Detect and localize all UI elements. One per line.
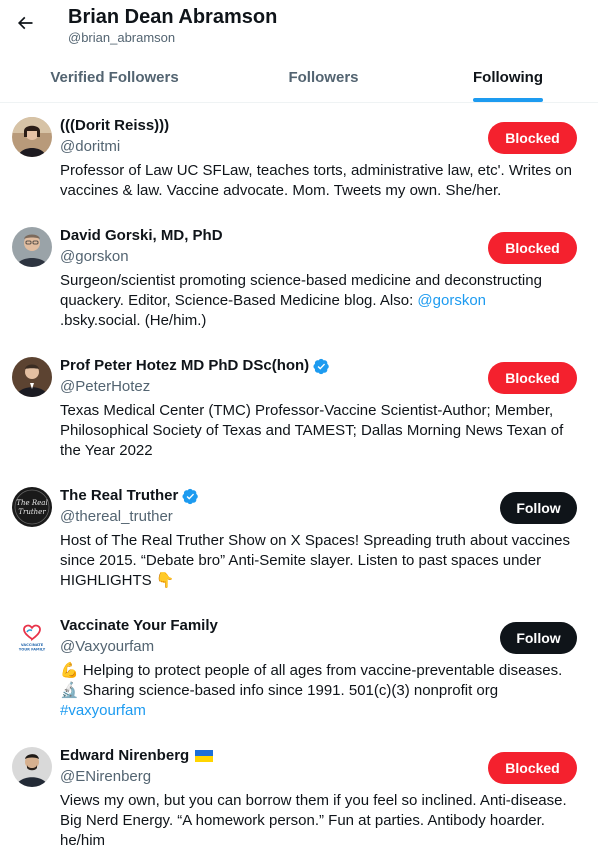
user-handle[interactable]: @thereal_truther [60, 507, 173, 527]
user-handle[interactable]: @ENirenberg [60, 767, 151, 787]
user-name[interactable]: (((Dorit Reiss))) [60, 116, 169, 136]
verified-badge-icon [182, 488, 199, 504]
avatar-text-line: VACCINATE [21, 643, 44, 647]
user-handle[interactable]: @Vaxyourfam [60, 637, 154, 657]
profile-header: Brian Dean Abramson @brian_abramson [0, 0, 598, 52]
user-handle[interactable]: @gorskon [60, 247, 129, 267]
bio-text: 💪 Helping to protect people of all ages … [60, 662, 563, 699]
blocked-button[interactable]: Blocked [488, 232, 577, 264]
user-bio: Views my own, but you can borrow them if… [60, 792, 567, 849]
user-name[interactable]: Prof Peter Hotez MD PhD DSc(hon) [60, 356, 309, 376]
user-name-row: (((Dorit Reiss))) [60, 116, 169, 136]
avatar[interactable] [12, 227, 52, 267]
user-name[interactable]: David Gorski, MD, PhD [60, 226, 223, 246]
follow-button[interactable]: Follow [500, 492, 577, 524]
user-bio: 💪 Helping to protect people of all ages … [60, 661, 580, 721]
tab-verified-followers[interactable]: Verified Followers [0, 52, 229, 102]
blocked-button[interactable]: Blocked [488, 122, 577, 154]
tab-label: Followers [288, 68, 359, 86]
user-bio: Texas Medical Center (TMC) Professor-Vac… [60, 402, 564, 459]
page-title: Brian Dean Abramson [68, 6, 278, 28]
user-bio: Host of The Real Truther Show on X Space… [60, 532, 571, 589]
user-name[interactable]: The Real Truther [60, 486, 178, 506]
back-arrow-icon [17, 16, 33, 30]
bio-hashtag-link[interactable]: #vaxyourfam [60, 702, 146, 719]
user-handle[interactable]: @doritmi [60, 137, 120, 157]
back-button[interactable] [8, 6, 42, 40]
user-bio: Professor of Law UC SFLaw, teaches torts… [60, 162, 572, 199]
user-name[interactable]: Vaccinate Your Family [60, 616, 218, 636]
bio-text: .bsky.social. (He/him.) [60, 312, 207, 329]
avatar[interactable] [12, 747, 52, 787]
avatar-text-line: YOUR FAMILY [18, 648, 46, 652]
user-name-row: David Gorski, MD, PhD [60, 226, 223, 246]
blocked-button[interactable]: Blocked [488, 752, 577, 784]
avatar[interactable]: VACCINATE YOUR FAMILY [12, 617, 52, 657]
avatar-text-line: Truther [18, 508, 46, 516]
bio-mention-link[interactable]: @gorskon [417, 292, 486, 309]
ukraine-flag-icon [195, 750, 214, 762]
verified-badge-icon [313, 358, 329, 374]
avatar[interactable] [12, 357, 52, 397]
follow-tabs: Verified Followers Followers Following [0, 52, 598, 103]
user-name-row: The Real Truther [60, 486, 199, 506]
user-name-row: Prof Peter Hotez MD PhD DSc(hon) [60, 356, 330, 376]
tab-label: Following [473, 68, 543, 86]
profile-handle: @brian_abramson [68, 30, 176, 45]
user-name[interactable]: Edward Nirenberg [60, 746, 189, 766]
user-name-row: Edward Nirenberg [60, 746, 214, 766]
avatar[interactable] [12, 117, 52, 157]
tab-followers[interactable]: Followers [229, 52, 418, 102]
user-handle[interactable]: @PeterHotez [60, 377, 150, 397]
active-tab-indicator [473, 98, 543, 102]
avatar-text-line: The Real [16, 499, 47, 507]
user-name-row: Vaccinate Your Family [60, 616, 218, 636]
user-bio: Surgeon/scientist promoting science-base… [60, 271, 580, 331]
tab-following[interactable]: Following [418, 52, 598, 102]
blocked-button[interactable]: Blocked [488, 362, 577, 394]
avatar[interactable]: The Real Truther [12, 487, 52, 527]
follow-button[interactable]: Follow [500, 622, 577, 654]
tab-label: Verified Followers [50, 68, 179, 86]
